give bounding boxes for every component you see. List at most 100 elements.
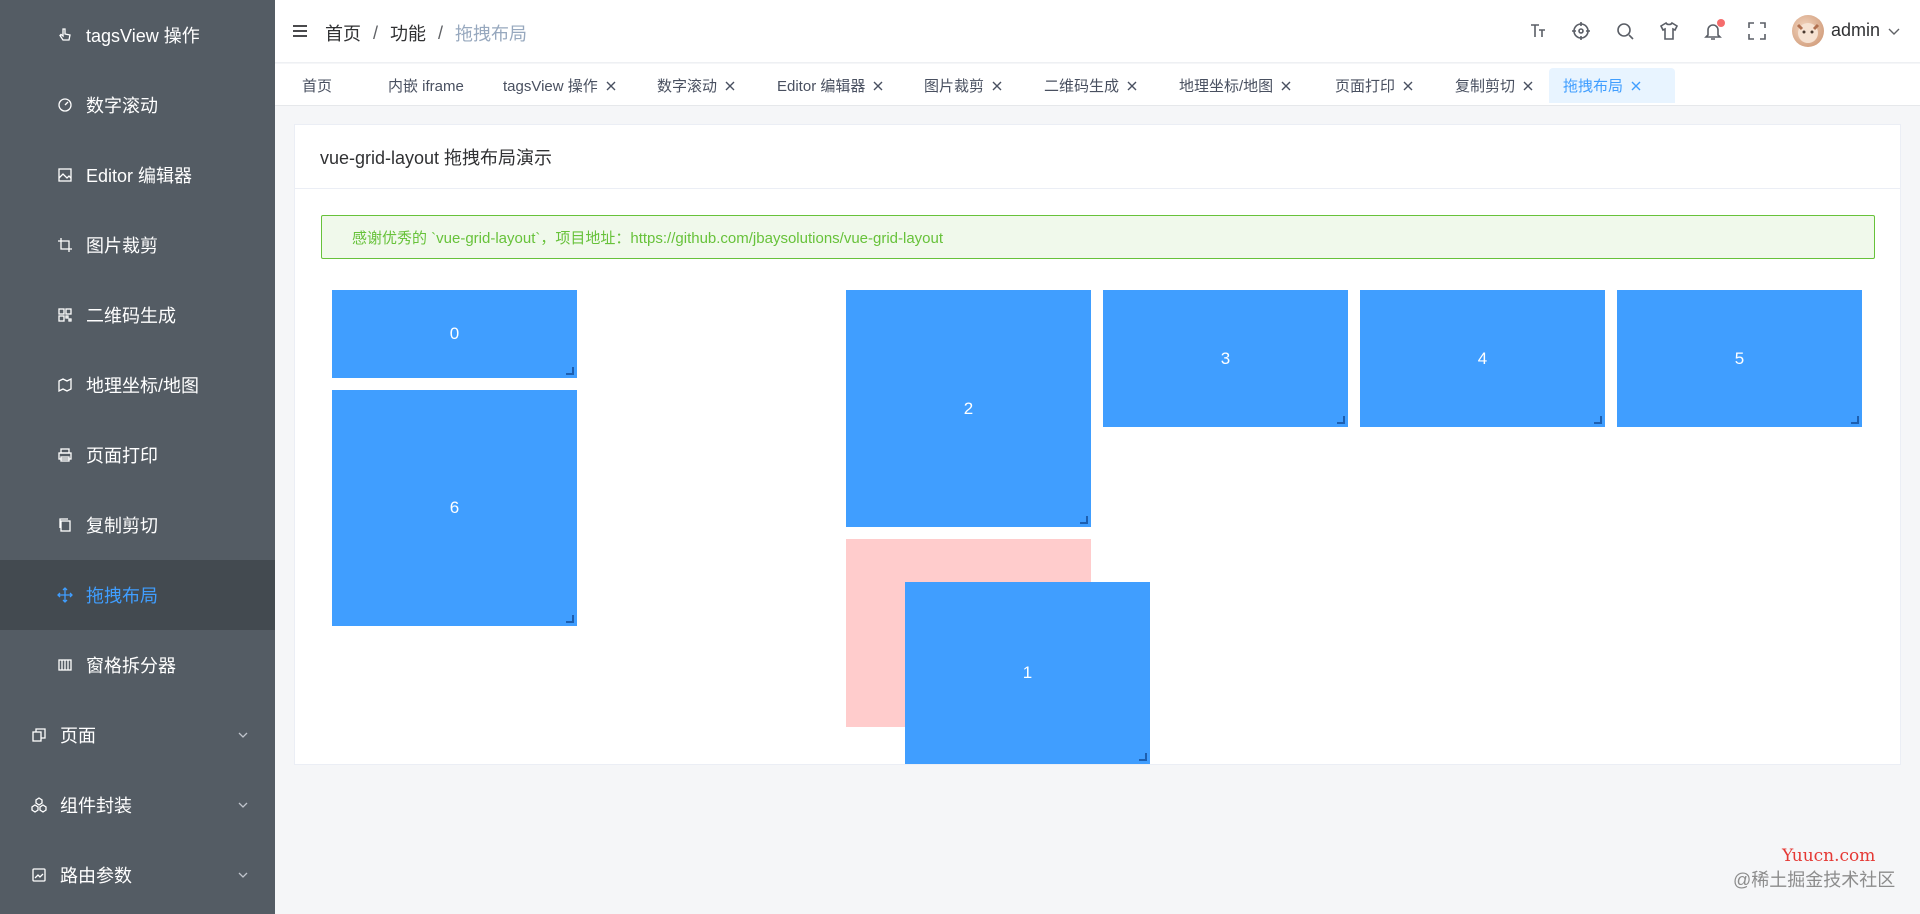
tag-tagsview[interactable]: tagsView 操作 <box>489 68 632 103</box>
caret-down-icon[interactable] <box>1887 24 1901 38</box>
resize-handle[interactable] <box>1594 416 1602 424</box>
tag-label: 数字滚动 <box>657 78 718 95</box>
search-icon[interactable] <box>1615 21 1635 41</box>
chevron-down-icon <box>238 802 248 808</box>
sidebar-item-qrcode[interactable]: 二维码生成 <box>0 280 275 350</box>
sidebar-item-label: Editor 编辑器 <box>86 166 193 186</box>
grid-item-label: 5 <box>1734 348 1745 368</box>
close-icon[interactable] <box>604 79 618 93</box>
close-icon[interactable] <box>1401 79 1415 93</box>
sidebar-item-splitpane[interactable]: 窗格拆分器 <box>0 630 275 700</box>
avatar[interactable] <box>1792 15 1824 47</box>
tag-label: 复制剪切 <box>1455 78 1516 95</box>
sidebar-item-drag-layout[interactable]: 拖拽布局 <box>0 560 275 630</box>
username[interactable]: admin <box>1831 20 1880 41</box>
resize-handle[interactable] <box>1337 416 1345 424</box>
sidebar-item-map[interactable]: 地理坐标/地图 <box>0 350 275 420</box>
community-watermark: @稀土掘金技术社区 <box>1733 870 1896 890</box>
sidebar-item-components[interactable]: 组件封装 <box>0 770 275 840</box>
shirt-icon[interactable] <box>1659 21 1679 41</box>
sidebar-item-label: 页面 <box>60 726 96 746</box>
tag-print[interactable]: 页面打印 <box>1321 68 1430 103</box>
sidebar-item-label: 组件封装 <box>60 796 132 816</box>
sidebar-item-label: 路由参数 <box>60 866 132 886</box>
image-frame-icon <box>30 866 48 884</box>
sidebar-item-label: 数字滚动 <box>86 96 158 116</box>
tag-clipboard[interactable]: 复制剪切 <box>1441 68 1550 103</box>
grid-item-label: 1 <box>1022 663 1033 682</box>
chevron-down-icon <box>238 732 248 738</box>
grid-item-label: 3 <box>1220 348 1231 368</box>
resize-handle[interactable] <box>1851 416 1859 424</box>
chevron-down-icon <box>238 872 248 878</box>
close-icon[interactable] <box>1279 79 1293 93</box>
sidebar-item-pages[interactable]: 页面 <box>0 700 275 770</box>
resize-handle[interactable] <box>1080 516 1088 524</box>
navbar: 首页 / 功能 / 拖拽布局 admin <box>275 0 1920 63</box>
resize-handle[interactable] <box>1139 753 1147 761</box>
tag-label: 内嵌 iframe <box>388 78 464 95</box>
close-icon[interactable] <box>990 79 1004 93</box>
grid-item-3[interactable]: 3 <box>1103 290 1348 427</box>
resize-handle[interactable] <box>566 367 574 375</box>
grid-item-0[interactable]: 0 <box>332 290 577 378</box>
sidebar-item-clipboard[interactable]: 复制剪切 <box>0 490 275 560</box>
tag-label: tagsView 操作 <box>503 78 598 95</box>
grid-item-4[interactable]: 4 <box>1360 290 1605 427</box>
tag-home[interactable]: 首页 <box>288 68 347 103</box>
document-copy-icon <box>30 726 48 744</box>
grid-layout-card: vue-grid-layout 拖拽布局演示 感谢优秀的 `vue-grid-l… <box>294 124 1901 765</box>
bell-icon[interactable] <box>1703 19 1725 41</box>
sidebar-item-label: 窗格拆分器 <box>86 656 176 676</box>
columns-icon <box>56 656 74 674</box>
tag-map[interactable]: 地理坐标/地图 <box>1165 68 1308 103</box>
printer-icon <box>56 446 74 464</box>
tag-cropper[interactable]: 图片裁剪 <box>910 68 1019 103</box>
site-watermark: Yuucn.com <box>1782 846 1876 866</box>
sidebar-item-label: 复制剪切 <box>86 516 158 536</box>
breadcrumb: 首页 / 功能 / 拖拽布局 <box>325 20 527 46</box>
font-size-icon[interactable] <box>1528 21 1548 41</box>
breadcrumb-feature[interactable]: 功能 <box>390 20 426 46</box>
tag-label: 首页 <box>302 78 333 95</box>
tag-qrcode[interactable]: 二维码生成 <box>1030 68 1154 103</box>
tag-iframe[interactable]: 内嵌 iframe <box>374 68 478 103</box>
close-icon[interactable] <box>1125 79 1139 93</box>
resize-handle[interactable] <box>566 615 574 623</box>
tag-count-to[interactable]: 数字滚动 <box>643 68 752 103</box>
sidebar-item-print[interactable]: 页面打印 <box>0 420 275 490</box>
move-icon <box>56 586 74 604</box>
tag-label: 图片裁剪 <box>924 78 985 95</box>
grid-item-5[interactable]: 5 <box>1617 290 1862 427</box>
close-icon[interactable] <box>871 79 885 93</box>
close-icon[interactable] <box>1629 79 1643 93</box>
tag-label: 页面打印 <box>1335 78 1396 95</box>
close-icon[interactable] <box>723 79 737 93</box>
breadcrumb-home[interactable]: 首页 <box>325 20 361 46</box>
tags-view: 首页 内嵌 iframe tagsView 操作 数字滚动 Editor 编辑器… <box>275 64 1920 106</box>
tag-label: Editor 编辑器 <box>777 78 866 95</box>
sidebar-item-cropper[interactable]: 图片裁剪 <box>0 210 275 280</box>
grid-item-2[interactable]: 2 <box>846 290 1091 527</box>
sidebar-item-route-params[interactable]: 路由参数 <box>0 840 275 910</box>
sidebar-item-label: 地理坐标/地图 <box>86 376 200 396</box>
fullscreen-icon[interactable] <box>1747 21 1767 41</box>
grid-item-6[interactable]: 6 <box>332 390 577 626</box>
sidebar-item-tagsview[interactable]: tagsView 操作 <box>0 0 275 70</box>
crosshair-icon[interactable] <box>1571 21 1591 41</box>
sidebar-item-count-to[interactable]: 数字滚动 <box>0 70 275 140</box>
notification-dot <box>1717 19 1725 27</box>
tag-editor[interactable]: Editor 编辑器 <box>763 68 900 103</box>
close-icon[interactable] <box>1521 79 1535 93</box>
tag-drag-layout[interactable]: 拖拽布局 <box>1549 68 1675 103</box>
picture-icon <box>56 166 74 184</box>
hamburger-icon[interactable] <box>291 22 309 40</box>
grid-item-1-dragging[interactable]: 1 <box>905 582 1150 764</box>
sidebar-item-editor[interactable]: Editor 编辑器 <box>0 140 275 210</box>
card-title: vue-grid-layout 拖拽布局演示 <box>295 125 1900 189</box>
pointer-icon <box>56 26 74 44</box>
copy-icon <box>56 516 74 534</box>
sidebar-item-label: 二维码生成 <box>86 306 176 326</box>
grid-item-label: 4 <box>1477 348 1488 368</box>
sidebar: tagsView 操作 数字滚动 Editor 编辑器 图片裁剪 二维码生成 地… <box>0 0 275 914</box>
